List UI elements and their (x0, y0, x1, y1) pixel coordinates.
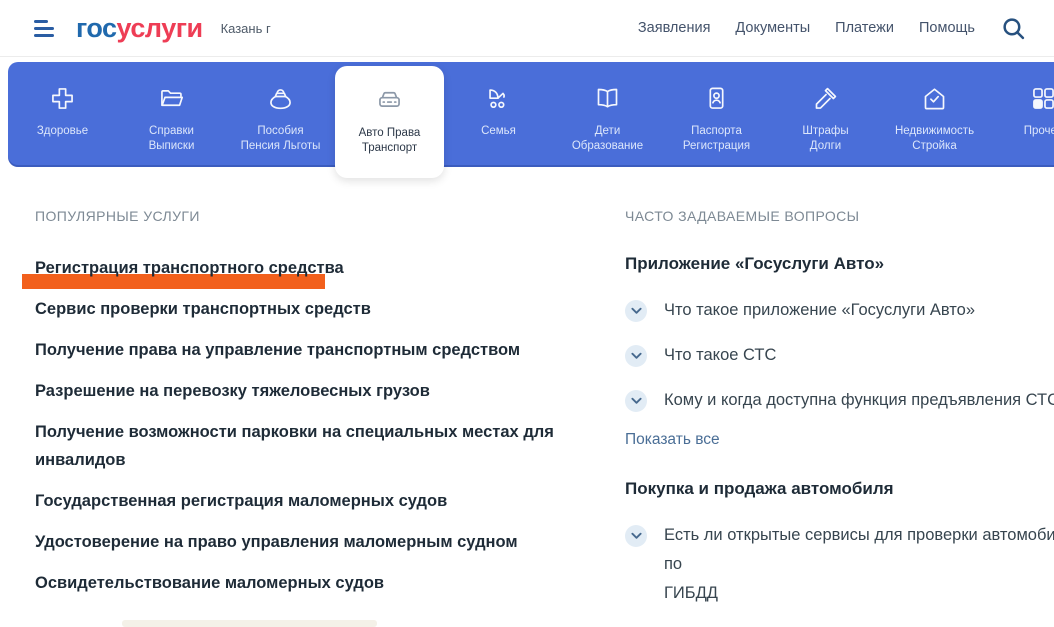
show-all-link[interactable]: Показать все (625, 431, 1054, 449)
chevron-down-icon[interactable] (625, 300, 647, 322)
location-selector[interactable]: Казань г (221, 21, 271, 36)
faq-question-text: Есть ли открытые сервисы для проверки ав… (664, 521, 1054, 608)
category-tab-label: Семья (481, 124, 516, 139)
category-tab[interactable]: Здоровье (8, 62, 117, 167)
faq-section: ЧАСТО ЗАДАВАЕМЫЕ ВОПРОСЫ Приложение «Гос… (625, 208, 1054, 627)
grid-icon (989, 85, 1054, 116)
faq-question-text: Что такое приложение «Госуслуги Авто» (664, 296, 975, 325)
nav-link-zayavleniya[interactable]: Заявления (638, 20, 711, 36)
category-bar: Здоровье Справки Выписки Пособия Пенсия … (8, 62, 1054, 167)
faq-section-heading: Покупка и продажа автомобиля (625, 479, 1054, 499)
category-tab-label: Паспорта Регистрация (683, 124, 750, 154)
category-tab[interactable]: Авто Права Транспорт (335, 66, 444, 178)
logo-text-red: услуги (117, 13, 203, 43)
purse-icon (226, 85, 335, 116)
popular-service-label: Регистрация транспортного средства (35, 254, 344, 282)
chevron-down-icon[interactable] (625, 390, 647, 412)
popular-services-title: ПОПУЛЯРНЫЕ УСЛУГИ (35, 208, 580, 224)
faq-section-heading: Приложение «Госуслуги Авто» (625, 254, 1054, 274)
faq-question[interactable]: Что такое приложение «Госуслуги Авто» (625, 296, 1054, 325)
popular-service-label: Получение возможности парковки на специа… (35, 418, 554, 474)
popular-service-label: Сервис проверки транспортных средств (35, 295, 371, 323)
top-header: госуслуги Казань г Заявления Документы П… (0, 0, 1054, 57)
popular-service-label: Получение права на управление транспортн… (35, 336, 520, 364)
popular-service-label: Удостоверение на право управления маломе… (35, 528, 518, 556)
popular-service-link[interactable]: Разрешение на перевозку тяжеловесных гру… (35, 377, 580, 405)
category-tab[interactable]: Справки Выписки (117, 62, 226, 167)
category-tab-label: Здоровье (37, 124, 88, 139)
faq-list: Приложение «Госуслуги Авто» Что такое пр… (625, 254, 1054, 627)
health-cross-icon (8, 85, 117, 116)
category-tab[interactable]: Штрафы Долги (771, 62, 880, 167)
nav-link-pomosch[interactable]: Помощь (919, 20, 975, 36)
category-tab[interactable]: Недвижимость Стройка (880, 62, 989, 167)
gosuslugi-logo[interactable]: госуслуги (76, 13, 203, 44)
category-tab[interactable]: Семья (444, 62, 553, 167)
stroller-icon (444, 85, 553, 116)
house-check-icon (880, 85, 989, 116)
header-nav: Заявления Документы Платежи Помощь (638, 20, 975, 36)
partial-element-bottom (122, 620, 377, 627)
category-tab-label: Авто Права Транспорт (359, 126, 421, 156)
category-tab[interactable]: Пособия Пенсия Льготы (226, 62, 335, 167)
popular-service-link[interactable]: Регистрация транспортного средства (35, 254, 580, 282)
faq-question-text: Что такое СТС (664, 341, 776, 370)
search-icon[interactable] (1001, 16, 1026, 41)
popular-services-section: ПОПУЛЯРНЫЕ УСЛУГИ Регистрация транспортн… (35, 208, 580, 610)
category-tab-label: Прочее (1024, 124, 1054, 139)
popular-service-link[interactable]: Получение возможности парковки на специа… (35, 418, 580, 474)
popular-service-link[interactable]: Получение права на управление транспортн… (35, 336, 580, 364)
category-tab-label: Пособия Пенсия Льготы (241, 124, 321, 154)
popular-service-label: Государственная регистрация маломерных с… (35, 487, 447, 515)
category-tab-label: Штрафы Долги (802, 124, 848, 154)
chevron-down-icon[interactable] (625, 525, 647, 547)
popular-service-label: Разрешение на перевозку тяжеловесных гру… (35, 377, 430, 405)
popular-service-link[interactable]: Освидетельствование маломерных судов (35, 569, 580, 597)
logo-text-blue: гос (76, 13, 117, 43)
category-tab[interactable]: Прочее (989, 62, 1054, 167)
gosuslugi-page: госуслуги Казань г Заявления Документы П… (0, 0, 1054, 627)
faq-question-text: Кому и когда доступна функция предъявлен… (664, 386, 1054, 415)
category-tab-label: Недвижимость Стройка (895, 124, 974, 154)
passport-icon (662, 85, 771, 116)
category-tab[interactable]: Дети Образование (553, 62, 662, 167)
popular-service-label: Освидетельствование маломерных судов (35, 569, 384, 597)
popular-service-link[interactable]: Удостоверение на право управления маломе… (35, 528, 580, 556)
menu-icon[interactable] (34, 20, 54, 37)
folder-icon (117, 85, 226, 116)
faq-title: ЧАСТО ЗАДАВАЕМЫЕ ВОПРОСЫ (625, 208, 1054, 224)
popular-service-link[interactable]: Сервис проверки транспортных средств (35, 295, 580, 323)
nav-link-platezhi[interactable]: Платежи (835, 20, 894, 36)
popular-service-link[interactable]: Государственная регистрация маломерных с… (35, 487, 580, 515)
chevron-down-icon[interactable] (625, 345, 647, 367)
faq-question[interactable]: Что такое СТС (625, 341, 1054, 370)
faq-question[interactable]: Кому и когда доступна функция предъявлен… (625, 386, 1054, 415)
popular-services-list: Регистрация транспортного средства Сервис… (35, 254, 580, 597)
faq-question[interactable]: Есть ли открытые сервисы для проверки ав… (625, 521, 1054, 608)
category-tab-label: Справки Выписки (149, 124, 195, 154)
open-book-icon (553, 85, 662, 116)
nav-link-dokumenty[interactable]: Документы (735, 20, 810, 36)
category-tab-label: Дети Образование (572, 124, 643, 154)
gavel-icon (771, 85, 880, 116)
car-icon (335, 87, 444, 118)
category-tab[interactable]: Паспорта Регистрация (662, 62, 771, 167)
